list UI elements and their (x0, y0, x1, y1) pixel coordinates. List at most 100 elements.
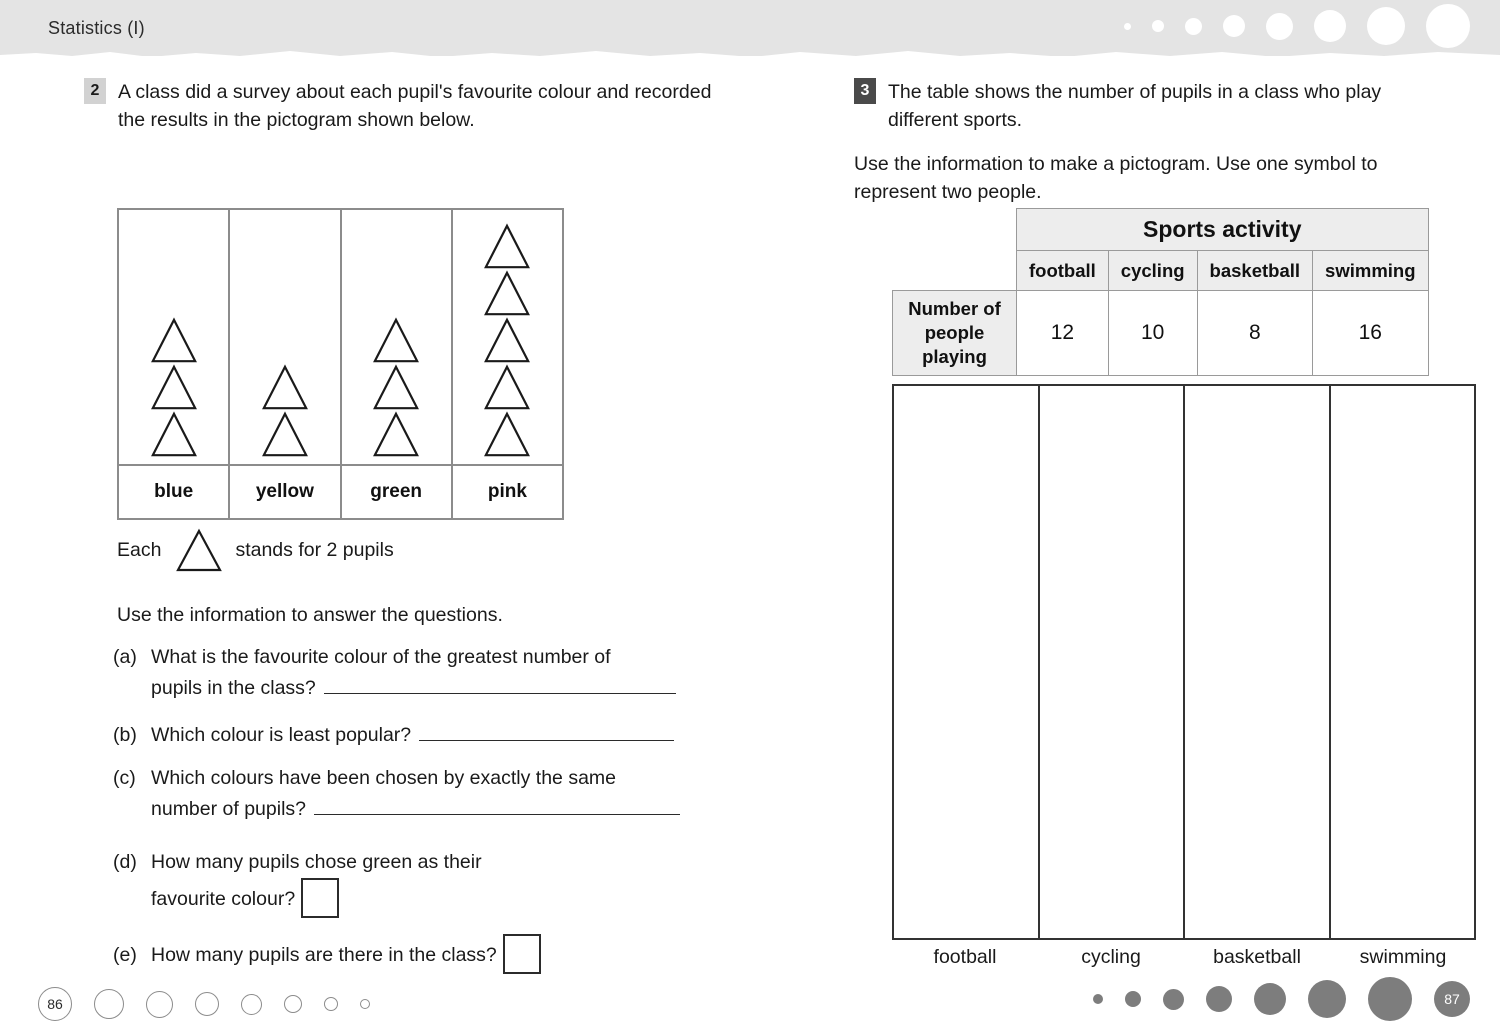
table-row-header: Number of people playing (892, 290, 1017, 376)
header-dot-8 (1426, 4, 1470, 48)
table-column-header-swimming: swimming (1312, 250, 1429, 291)
header-dot-1 (1124, 22, 1131, 30)
pictogram-triangle-icon (484, 364, 531, 410)
question-item-text-line2: favourite colour? (151, 888, 296, 910)
pictogram-column-blue (119, 210, 231, 464)
pictogram-triangle-icon (484, 411, 531, 457)
question-item-label: (b) (113, 724, 137, 746)
blank-pictogram-label-row: football cycling basketball swimming (892, 946, 1476, 969)
footer-right-circle-6 (1308, 980, 1346, 1018)
pictogram-column-green (342, 210, 453, 464)
blank-pictogram-label-cycling: cycling (1081, 946, 1141, 968)
question-2-number-badge: 2 (84, 78, 106, 104)
answer-line[interactable] (323, 676, 676, 694)
table-column-header-basketball: basketball (1196, 250, 1314, 291)
question-item-text-line2: number of pupils? (151, 798, 307, 820)
footer-right-circle-7 (1368, 977, 1412, 1021)
right-page: 3 The table shows the number of pupils i… (760, 56, 1500, 1035)
pictogram-triangle-icon (373, 364, 420, 410)
header-dot-6 (1314, 10, 1346, 42)
left-page: 2 A class did a survey about each pupil'… (0, 56, 760, 1035)
blank-pictogram-column-basketball[interactable] (1185, 386, 1331, 938)
pictogram-triangle-icon (373, 411, 420, 457)
question-item-text-line1: How many pupils are there in the class? (151, 944, 497, 966)
pictogram-triangle-icon (261, 411, 308, 457)
pictogram-triangle-icon (150, 411, 197, 457)
table-column-header-cycling: cycling (1107, 250, 1198, 291)
header-dot-3 (1185, 17, 1202, 35)
blank-pictogram-label-basketball: basketball (1213, 946, 1301, 968)
blank-pictogram-column-swimming[interactable] (1331, 386, 1475, 938)
page-number-left: 86 (38, 987, 72, 1021)
answer-line[interactable] (419, 723, 675, 741)
blank-pictogram-label-swimming: swimming (1359, 946, 1447, 968)
question-item-label: (d) (113, 851, 137, 873)
pictogram-triangle-icon (261, 364, 308, 410)
question-item-text-line1: Which colours have been chosen by exactl… (151, 767, 617, 789)
question-3-number-badge: 3 (854, 78, 876, 104)
footer-right-circle-4 (1206, 986, 1232, 1012)
key-suffix-text: stands for 2 pupils (235, 539, 394, 561)
page-title: Statistics (I) (48, 18, 145, 38)
pictogram-triangle-icon (484, 270, 531, 316)
footer-left-circle-4 (241, 993, 262, 1015)
footer-left-circle-3 (195, 992, 219, 1016)
blank-pictogram-grid[interactable] (892, 384, 1476, 940)
answer-box[interactable] (502, 934, 541, 974)
pictogram-label-row: blue yellow green pink (119, 464, 562, 518)
question-item-label: (c) (113, 767, 136, 789)
footer-left-circle-2 (146, 990, 173, 1018)
pictogram-column-pink (453, 210, 562, 464)
left-page-footer: 86 (38, 987, 370, 1021)
question-2: 2 A class did a survey about each pupil'… (84, 78, 724, 134)
question-item-text-line1: What is the favourite colour of the grea… (151, 646, 611, 668)
favourite-colour-pictogram: blue yellow green pink (117, 208, 564, 520)
header-dot-decoration (1124, 0, 1470, 52)
footer-right-circle-2 (1125, 991, 1141, 1007)
question-item-label: (a) (113, 646, 137, 668)
pictogram-triangle-icon (484, 223, 531, 269)
blank-pictogram-label-football: football (933, 946, 997, 968)
question-3-header: 3 The table shows the number of pupils i… (854, 78, 1454, 134)
pictogram-label-green: green (342, 466, 453, 518)
answer-box[interactable] (301, 878, 340, 918)
question-2-prompt: Use the information to answer the questi… (117, 604, 503, 626)
answer-line[interactable] (314, 797, 681, 815)
table-corner-cell-2 (893, 251, 1017, 291)
table-row: Number of people playing 12 10 8 16 (892, 290, 1429, 376)
key-triangle-icon (176, 528, 223, 572)
footer-left-circle-5 (284, 995, 302, 1013)
footer-left-circle-6 (324, 997, 338, 1011)
question-3: 3 The table shows the number of pupils i… (854, 78, 1454, 206)
footer-right-circle-1 (1093, 994, 1103, 1004)
header-dot-5 (1266, 12, 1293, 40)
table-header-main-row: Sports activity (893, 208, 1429, 251)
table-cell-basketball: 8 (1196, 290, 1314, 376)
blank-pictogram-column-cycling[interactable] (1040, 386, 1185, 938)
question-item-text-line2: pupils in the class? (151, 677, 316, 699)
pictogram-label-pink: pink (487, 481, 527, 502)
footer-right-circle-3 (1163, 988, 1184, 1010)
right-page-footer: 87 (1093, 977, 1470, 1021)
header-dot-4 (1223, 15, 1245, 37)
question-2-intro-text: A class did a survey about each pupil's … (118, 81, 712, 131)
question-item-d: (d) How many pupils chose green as their f… (113, 847, 713, 918)
table-header-sub-row: football cycling basketball swimming (893, 250, 1429, 291)
table-main-header: Sports activity (1016, 208, 1429, 251)
pictogram-triangle-icon (150, 364, 197, 410)
footer-left-circle-7 (360, 999, 370, 1009)
table-corner-cell (893, 209, 1017, 251)
blank-pictogram-column-football[interactable] (894, 386, 1040, 938)
pictogram-symbol-area (119, 210, 562, 464)
question-item-text-line1: Which colour is least popular? (151, 724, 412, 746)
pictogram-label-blue: blue (119, 466, 231, 518)
sports-activity-table: Sports activity football cycling basketbal… (892, 208, 1429, 376)
table-cell-cycling: 10 (1107, 290, 1198, 376)
pictogram-label-yellow: yellow (230, 466, 342, 518)
question-3-intro-text: The table shows the number of pupils in … (888, 81, 1382, 131)
question-item-label: (e) (113, 944, 137, 966)
page-number-right: 87 (1434, 981, 1470, 1017)
pictogram-column-yellow (230, 210, 342, 464)
question-3-instruction-text: Use the information to make a pictogram.… (854, 153, 1378, 203)
key-prefix-text: Each (117, 539, 162, 561)
